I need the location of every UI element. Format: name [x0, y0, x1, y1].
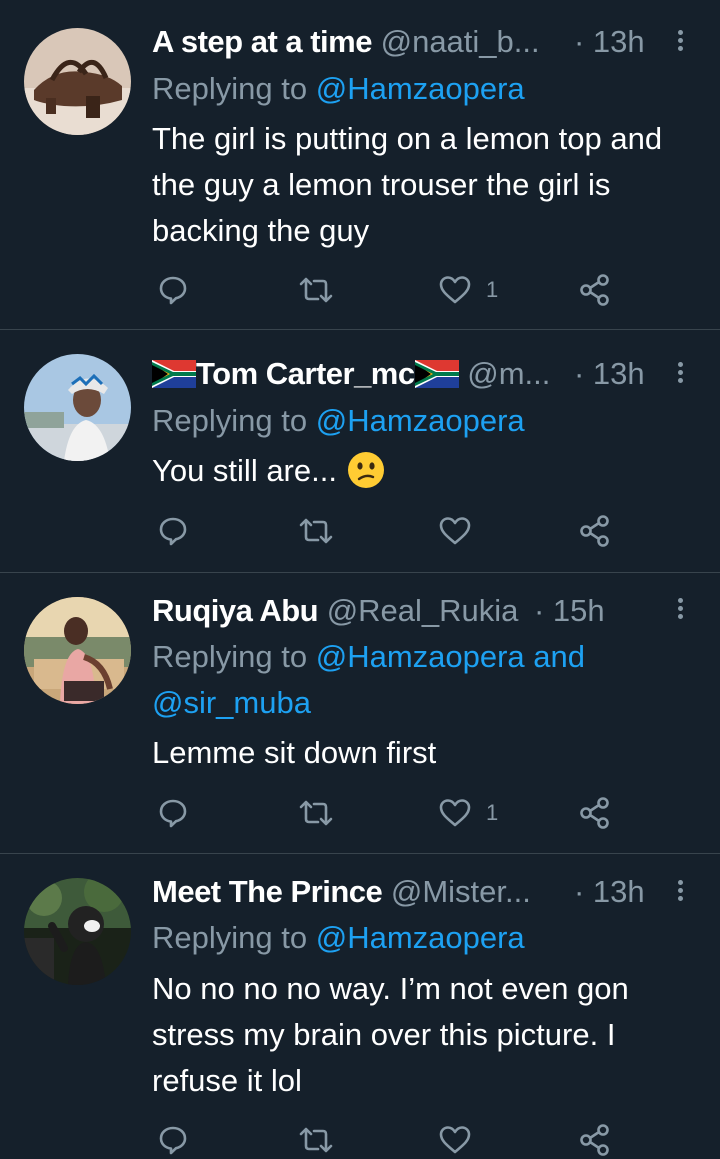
retweet-button[interactable]: [298, 270, 334, 310]
like-icon: [439, 517, 471, 545]
reply-icon: [159, 1126, 187, 1155]
replying-to-label: Replying to: [152, 920, 308, 955]
like-button[interactable]: [438, 511, 486, 551]
tweet-text-row: You still are...: [152, 448, 702, 494]
reply-icon: [159, 517, 187, 546]
reply-button[interactable]: [157, 1120, 189, 1159]
share-button[interactable]: [578, 511, 612, 551]
retweet-icon: [299, 1127, 333, 1153]
more-icon[interactable]: [672, 877, 688, 909]
like-icon: [439, 1126, 471, 1154]
like-button[interactable]: [438, 1120, 486, 1159]
replying-to-label: Replying to: [152, 403, 308, 438]
like-count: 1: [486, 800, 499, 825]
retweet-icon: [299, 277, 333, 303]
tweet-actions: 1: [0, 793, 720, 833]
retweet-button[interactable]: [298, 511, 334, 551]
mention-link[interactable]: @Hamzaopera: [316, 71, 525, 106]
avatar[interactable]: [24, 597, 131, 704]
tweet-header: Tom Carter_mc @m... · 13h: [152, 354, 720, 394]
more-icon[interactable]: [672, 359, 688, 391]
retweet-icon: [299, 800, 333, 826]
display-name[interactable]: Meet The Prince: [152, 874, 383, 909]
more-icon[interactable]: [672, 595, 688, 627]
like-icon: [439, 799, 471, 827]
tweet[interactable]: Meet The Prince @Mister... · 13h Replyin…: [0, 854, 720, 1159]
share-icon: [580, 797, 609, 829]
reply-icon: [159, 799, 187, 828]
retweet-icon: [299, 518, 333, 544]
like-icon: [439, 276, 471, 304]
display-name[interactable]: A step at a time: [152, 24, 372, 59]
share-button[interactable]: [578, 270, 612, 310]
tweet[interactable]: Ruqiya Abu @Real_Rukia · 15h Replying to…: [0, 573, 720, 853]
tweet-header: A step at a time @naati_b... · 13h: [152, 22, 720, 62]
avatar[interactable]: [24, 878, 131, 985]
tweet-header: Meet The Prince @Mister... · 13h: [152, 872, 720, 912]
south-africa-flag-icon: [152, 360, 196, 388]
tweet-actions: [0, 1120, 720, 1159]
tweet[interactable]: A step at a time @naati_b... · 13h Reply…: [0, 0, 720, 329]
timestamp[interactable]: · 13h: [574, 354, 645, 394]
avatar[interactable]: [24, 354, 131, 461]
tweet-text: No no no no way. I’m not even gon stress…: [152, 971, 629, 1098]
mention-link[interactable]: @sir_muba: [152, 685, 311, 720]
share-button[interactable]: [578, 793, 612, 833]
avatar-image: [24, 597, 131, 704]
display-name[interactable]: Ruqiya Abu: [152, 593, 319, 628]
replying-to-label: Replying to: [152, 639, 308, 674]
reply-button[interactable]: [157, 511, 189, 551]
like-button[interactable]: 1: [438, 793, 498, 833]
more-icon[interactable]: [672, 27, 688, 59]
replying-to-line: Replying to @Hamzaopera: [152, 66, 525, 112]
avatar-image: [24, 878, 131, 985]
replying-to-label: Replying to: [152, 71, 308, 106]
timestamp[interactable]: · 13h: [574, 872, 645, 912]
share-button[interactable]: [578, 1120, 612, 1159]
replying-to-line: Replying to @Hamzaopera: [152, 398, 525, 444]
handle[interactable]: @naati_b...: [381, 24, 540, 59]
handle[interactable]: @Real_Rukia: [327, 593, 519, 628]
handle[interactable]: @Mister...: [391, 874, 531, 909]
handle[interactable]: @m...: [467, 356, 550, 391]
confused-face-emoji: [347, 452, 384, 488]
retweet-button[interactable]: [298, 1120, 334, 1159]
avatar-image: [24, 28, 131, 135]
avatar[interactable]: [24, 28, 131, 135]
reply-button[interactable]: [157, 270, 189, 310]
like-button[interactable]: 1: [438, 270, 498, 310]
share-icon: [580, 1124, 609, 1156]
mention-link[interactable]: @Hamzaopera: [316, 920, 525, 955]
replying-to-line-continued: @sir_muba: [152, 680, 311, 726]
south-africa-flag-icon: [414, 360, 459, 388]
display-name[interactable]: Tom Carter_mc: [196, 356, 415, 391]
tweet-text: The girl is putting on a lemon top and t…: [152, 121, 663, 248]
mention-link[interactable]: @Hamzaopera: [316, 403, 525, 438]
share-icon: [580, 515, 609, 547]
retweet-button[interactable]: [298, 793, 334, 833]
like-count: 1: [486, 277, 499, 302]
timestamp[interactable]: · 15h: [534, 591, 605, 631]
avatar-image: [24, 354, 131, 461]
reply-icon: [159, 276, 187, 305]
tweet-text: You still are...: [152, 453, 337, 488]
reply-timeline: A step at a time @naati_b... · 13h Reply…: [0, 0, 720, 1159]
tweet-actions: 1: [0, 270, 720, 310]
replying-to-line: Replying to @Hamzaopera and: [152, 634, 585, 680]
reply-button[interactable]: [157, 793, 189, 833]
tweet[interactable]: Tom Carter_mc @m... · 13h Replying to @H…: [0, 330, 720, 572]
timestamp[interactable]: · 13h: [574, 22, 645, 62]
share-icon: [580, 274, 609, 306]
mention-link[interactable]: @Hamzaopera and: [316, 639, 585, 674]
tweet-header: Ruqiya Abu @Real_Rukia · 15h: [152, 591, 720, 631]
replying-to-line: Replying to @Hamzaopera: [152, 915, 525, 961]
tweet-actions: [0, 511, 720, 551]
tweet-text: Lemme sit down first: [152, 735, 437, 770]
